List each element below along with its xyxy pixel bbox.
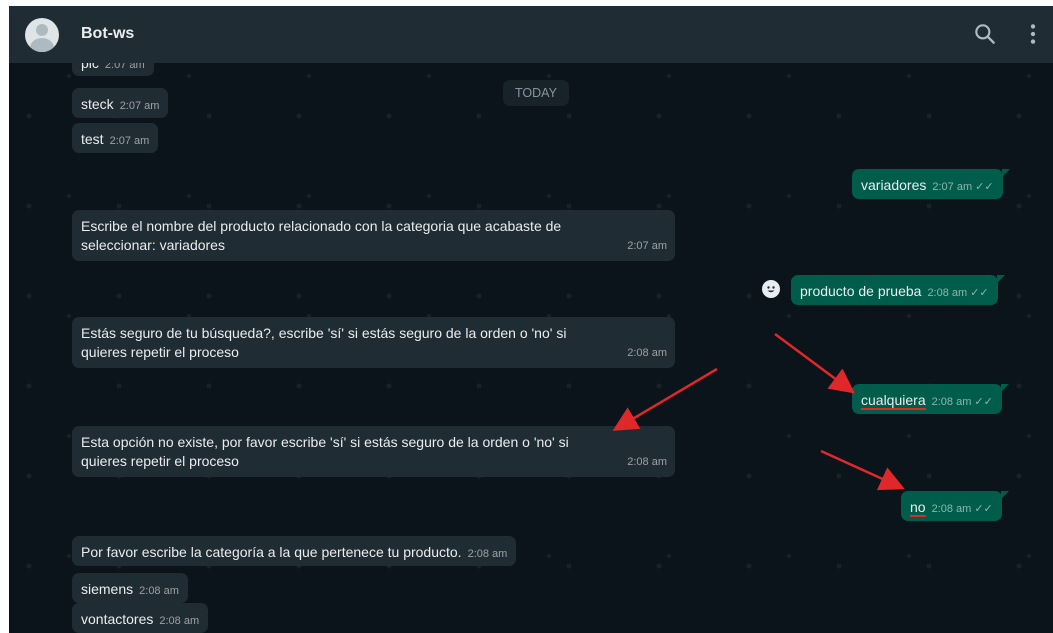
message-text: Escribe el nombre del producto relaciona… xyxy=(81,218,562,253)
double-check-icon: ✓✓ xyxy=(975,181,994,193)
message-incoming[interactable]: Estás seguro de tu búsqueda?, escribe 's… xyxy=(72,317,675,368)
message-incoming[interactable]: siemens 2:08 am xyxy=(72,573,188,603)
search-icon[interactable] xyxy=(972,21,998,47)
message-incoming[interactable]: Escribe el nombre del producto relaciona… xyxy=(72,210,675,261)
message-time: 2:07 am xyxy=(109,135,150,147)
message-text: test xyxy=(81,131,104,147)
message-time: 2:08 am xyxy=(931,503,972,515)
double-check-icon: ✓✓ xyxy=(970,287,989,299)
contact-name[interactable]: Bot-ws xyxy=(81,25,134,43)
message-time: 2:08 am xyxy=(927,287,968,299)
message-time: 2:08 am xyxy=(931,396,972,408)
message-text: Esta opción no existe, por favor escribe… xyxy=(81,434,569,469)
message-time: 2:07 am xyxy=(932,181,973,193)
avatar-icon[interactable] xyxy=(25,18,59,52)
message-text: no xyxy=(910,499,926,517)
message-incoming[interactable]: vontactores 2:08 am xyxy=(72,603,209,633)
emoji-reaction-icon[interactable] xyxy=(762,280,780,298)
message-text: Estás seguro de tu búsqueda?, escribe 's… xyxy=(81,325,567,360)
double-check-icon: ✓✓ xyxy=(974,396,993,408)
message-incoming[interactable]: Esta opción no existe, por favor escribe… xyxy=(72,426,675,477)
message-incoming[interactable]: test 2:07 am xyxy=(72,123,159,153)
message-text: cualquiera xyxy=(861,392,926,410)
double-check-icon: ✓✓ xyxy=(974,503,993,515)
message-text: variadores xyxy=(861,177,927,193)
message-incoming[interactable]: Por favor escribe la categoría a la que … xyxy=(72,536,517,566)
chat-window: Bot-ws TODAY pic 2:07 am steck 2:07 am tes… xyxy=(9,6,1053,633)
message-time: 2:08 am xyxy=(159,615,200,627)
message-text: steck xyxy=(81,96,114,112)
message-time: 2:08 am xyxy=(139,585,179,597)
message-text: Por favor escribe la categoría a la que … xyxy=(81,544,462,560)
message-time: 2:07 am xyxy=(627,240,667,252)
message-time: 2:07 am xyxy=(119,100,160,112)
message-outgoing[interactable]: cualquiera 2:08 am ✓✓ xyxy=(852,384,1009,414)
message-text: siemens xyxy=(81,581,134,597)
message-outgoing[interactable]: producto de prueba 2:08 am ✓✓ xyxy=(791,275,1005,305)
message-time: 2:08 am xyxy=(467,548,508,560)
message-time: 2:08 am xyxy=(627,456,667,468)
message-text: vontactores xyxy=(81,611,154,627)
chat-header: Bot-ws xyxy=(9,6,1053,63)
message-time: 2:08 am xyxy=(627,347,667,359)
message-outgoing[interactable]: variadores 2:07 am ✓✓ xyxy=(852,169,1010,199)
kebab-menu-icon[interactable] xyxy=(1020,21,1046,47)
message-incoming[interactable]: steck 2:07 am xyxy=(72,88,169,118)
date-divider: TODAY xyxy=(503,80,569,106)
message-outgoing[interactable]: no 2:08 am ✓✓ xyxy=(901,491,1009,521)
message-text: producto de prueba xyxy=(800,283,922,299)
